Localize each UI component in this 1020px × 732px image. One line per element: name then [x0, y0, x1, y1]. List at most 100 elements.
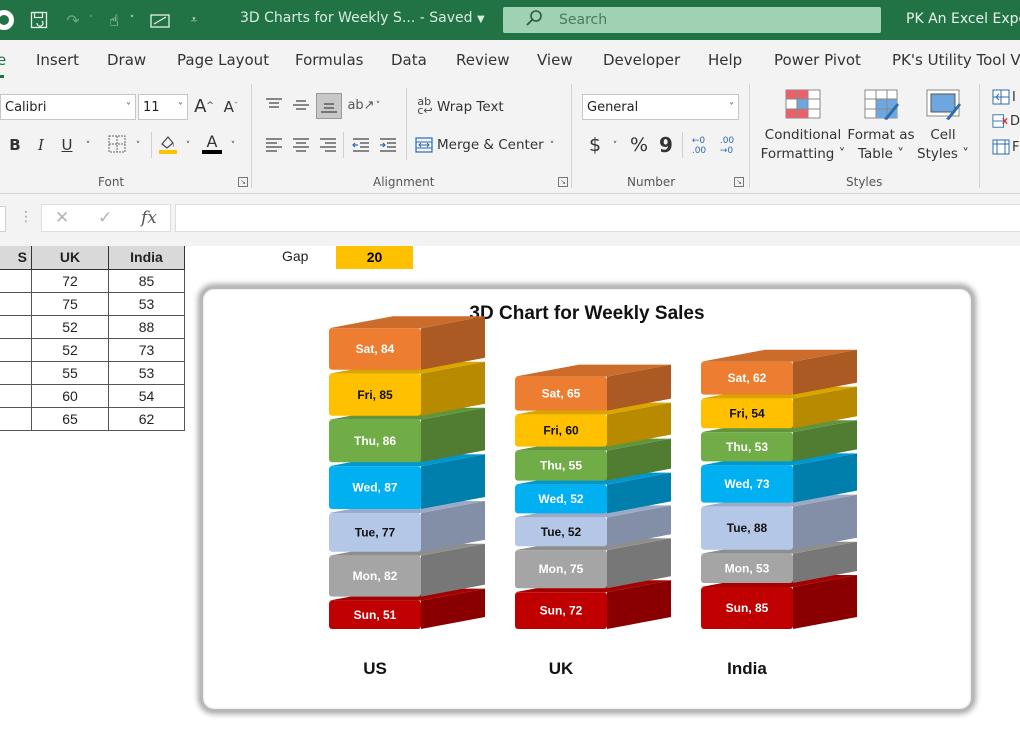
table-cell[interactable]: 53	[108, 291, 185, 316]
font-dialog-launcher-icon[interactable]: ↘	[238, 177, 248, 187]
touch-mode-icon[interactable]: ☝	[103, 8, 125, 32]
merge-center-dropdown-icon[interactable]: ˅	[546, 139, 558, 153]
insert-function-button[interactable]: fx	[141, 208, 157, 228]
table-cell[interactable]: 62	[108, 406, 185, 431]
align-right-button[interactable]	[317, 134, 339, 156]
table-cell[interactable]	[0, 314, 32, 339]
increase-decimal-button[interactable]: ←0.00	[688, 134, 710, 158]
number-format-dropdown[interactable]: General ˅	[582, 94, 739, 120]
tab-page-layout[interactable]: Page Layout	[177, 51, 269, 69]
bar-segment-tue-india[interactable]: Tue, 88	[701, 494, 857, 550]
format-as-table-button[interactable]: Format as Table ˅	[846, 126, 916, 164]
chart-area[interactable]: 3D Chart for Weekly Sales Sun, 51 Mon, 82…	[200, 286, 974, 712]
form-icon[interactable]	[148, 8, 172, 32]
table-cell[interactable]: 65	[31, 406, 109, 431]
bar-segment-wed-us[interactable]: Wed, 87	[329, 454, 485, 509]
header-cell-us[interactable]: S	[0, 246, 32, 270]
underline-button[interactable]: U	[58, 134, 76, 156]
tab-home[interactable]: e	[0, 51, 6, 69]
touch-mode-dropdown-icon[interactable]: ˅	[127, 8, 137, 32]
table-cell[interactable]: 75	[31, 291, 109, 316]
table-cell[interactable]: 52	[31, 337, 109, 362]
decrease-indent-button[interactable]	[350, 134, 372, 156]
insert-cells-button[interactable]: I	[992, 88, 1020, 106]
tab-view[interactable]: View	[537, 51, 573, 69]
search-box[interactable]: Search	[503, 7, 881, 33]
comma-style-button[interactable]: 9	[657, 133, 675, 157]
font-color-dropdown-icon[interactable]: ˅	[227, 136, 239, 156]
tab-utility-tool[interactable]: PK's Utility Tool V2	[892, 51, 1020, 69]
merge-center-button[interactable]: Merge & Center	[437, 137, 544, 153]
tab-help[interactable]: Help	[708, 51, 742, 69]
save-icon[interactable]	[28, 8, 50, 32]
gap-value-cell[interactable]: 20	[336, 246, 413, 269]
decrease-decimal-button[interactable]: .00 →0	[716, 134, 738, 158]
tab-draw[interactable]: Draw	[107, 51, 146, 69]
table-cell[interactable]: 88	[108, 314, 185, 339]
decrease-font-size-button[interactable]: Aˇ	[221, 96, 241, 118]
fill-color-button[interactable]	[157, 132, 179, 156]
fill-color-dropdown-icon[interactable]: ˅	[182, 136, 194, 156]
orientation-button[interactable]: ab↗	[347, 94, 374, 116]
caret-down-icon[interactable]: ▼	[477, 14, 485, 25]
borders-dropdown-icon[interactable]: ˅	[132, 136, 144, 156]
tab-power-pivot[interactable]: Power Pivot	[774, 51, 861, 69]
currency-button[interactable]: $	[586, 133, 604, 157]
tab-formulas[interactable]: Formulas	[295, 51, 363, 69]
table-cell[interactable]	[0, 337, 32, 362]
table-cell[interactable]: 73	[108, 337, 185, 362]
table-cell[interactable]	[0, 360, 32, 385]
account-name[interactable]: PK An Excel Expert	[906, 11, 1020, 27]
table-cell[interactable]: 55	[31, 360, 109, 385]
format-cells-button[interactable]: F	[992, 138, 1020, 156]
italic-button[interactable]: I	[32, 134, 50, 156]
bottom-align-button[interactable]	[316, 93, 342, 119]
percent-button[interactable]: %	[627, 133, 651, 157]
increase-indent-button[interactable]	[377, 134, 399, 156]
orientation-dropdown-icon[interactable]: ˅	[373, 96, 383, 116]
tab-developer[interactable]: Developer	[603, 51, 680, 69]
tab-review[interactable]: Review	[456, 51, 510, 69]
borders-button[interactable]	[107, 134, 127, 154]
number-dialog-launcher-icon[interactable]: ↘	[734, 177, 744, 187]
font-color-button[interactable]: A	[201, 132, 223, 156]
table-cell[interactable]: 72	[31, 268, 109, 293]
header-cell-india[interactable]: India	[108, 246, 185, 270]
tab-data[interactable]: Data	[391, 51, 427, 69]
formula-input[interactable]	[175, 204, 1020, 232]
bar-segment-fri-us[interactable]: Fri, 85	[329, 361, 485, 416]
enter-button[interactable]: ✓	[98, 208, 112, 228]
cancel-entry-button[interactable]: ✕	[55, 208, 69, 228]
document-title[interactable]: 3D Charts for Weekly S... - Saved ▼	[240, 10, 485, 26]
cell-styles-button[interactable]: Cell Styles ˅	[914, 126, 972, 164]
autosave-toggle-icon[interactable]	[0, 8, 16, 32]
redo-icon[interactable]: ↷	[62, 8, 84, 32]
bar-segment-thu-us[interactable]: Thu, 86	[329, 407, 485, 463]
delete-cells-button[interactable]: D	[992, 112, 1020, 130]
font-name-dropdown[interactable]: Calibri ˅	[0, 94, 136, 120]
increase-font-size-button[interactable]: A ^	[193, 94, 215, 118]
top-align-button[interactable]	[263, 94, 285, 116]
table-cell[interactable]	[0, 291, 32, 316]
bar-segment-sun-india[interactable]: Sun, 85	[701, 575, 857, 629]
bold-button[interactable]: B	[6, 134, 24, 156]
align-left-button[interactable]	[263, 134, 285, 156]
currency-dropdown-icon[interactable]: ˅	[609, 136, 621, 156]
underline-dropdown-icon[interactable]: ˅	[82, 136, 94, 156]
table-cell[interactable]: 52	[31, 314, 109, 339]
header-cell-uk[interactable]: UK	[31, 246, 109, 270]
table-cell[interactable]: 60	[31, 383, 109, 408]
redo-dropdown-icon[interactable]: ˅	[86, 8, 96, 32]
conditional-formatting-button[interactable]: Conditional Formatting ˅	[760, 126, 846, 164]
table-cell[interactable]: 53	[108, 360, 185, 385]
bar-segment-sat-us[interactable]: Sat, 84	[329, 316, 485, 370]
formula-bar-resize-handle[interactable]: ⋮	[19, 209, 33, 225]
name-box[interactable]	[0, 206, 6, 232]
table-cell[interactable]: 54	[108, 383, 185, 408]
center-button[interactable]	[290, 134, 312, 156]
customize-qat-icon[interactable]: ⩡	[186, 8, 202, 32]
table-cell[interactable]	[0, 406, 32, 431]
alignment-dialog-launcher-icon[interactable]: ↘	[558, 177, 568, 187]
table-cell[interactable]: 85	[108, 268, 185, 293]
font-size-dropdown[interactable]: 11 ˅	[138, 94, 188, 120]
